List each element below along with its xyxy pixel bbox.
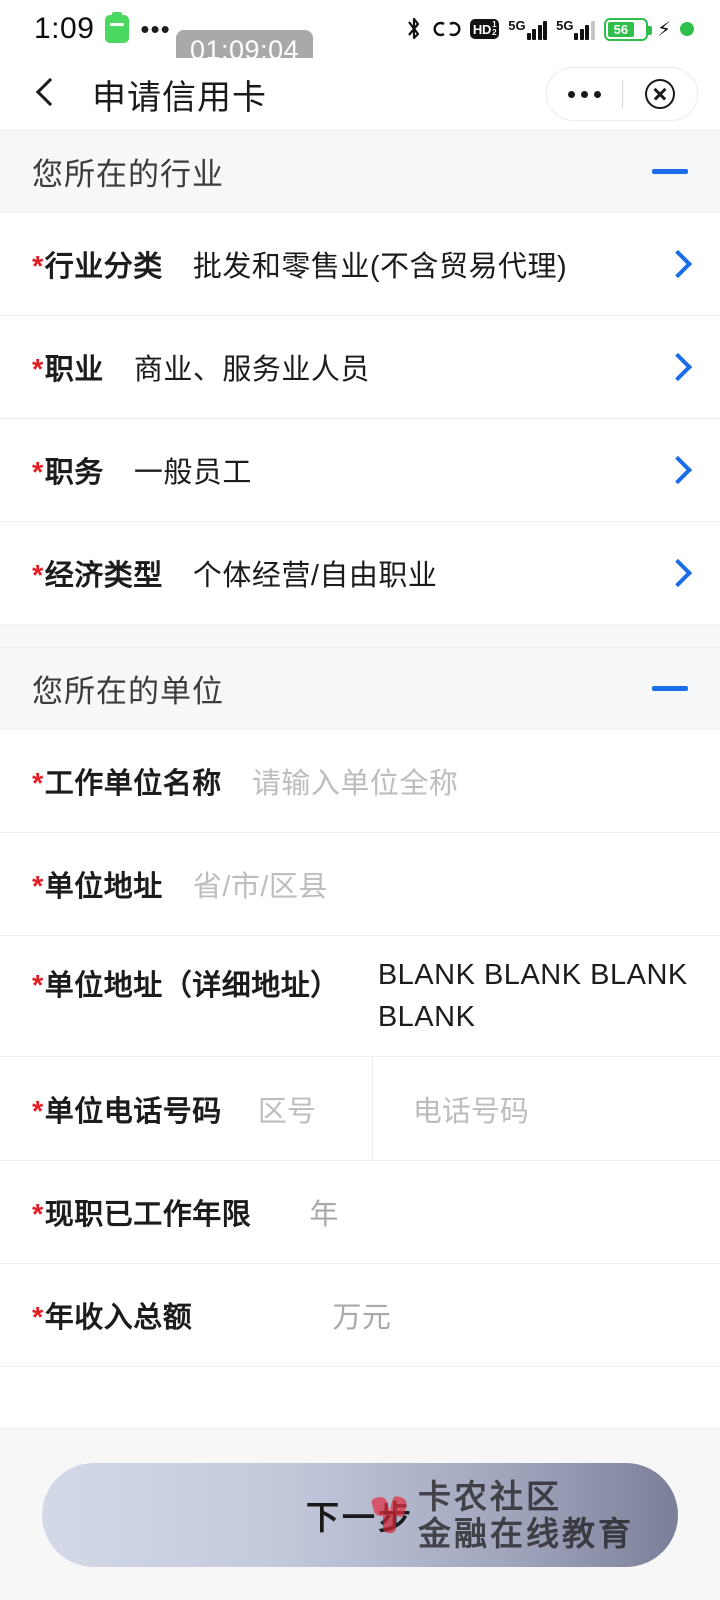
watermark: 卡农社区 金融在线教育 [370,1480,634,1550]
battery-percent: 56 [613,21,629,37]
next-step-button[interactable]: 下一步 卡农社区 金融在线教育 [42,1462,678,1567]
form-label: *单位地址（详细地址） [32,954,340,1004]
form-row-economic-type[interactable]: *经济类型 个体经营/自由职业 [0,522,720,625]
form-label: *年收入总额 [32,1294,192,1336]
capsule-icon [105,12,130,43]
required-asterisk: * [32,251,44,283]
green-dot-icon [680,22,694,36]
form-value: 批发和零售业(不含贸易代理) [192,251,568,283]
form-row-employer-address-detail[interactable]: *单位地址（详细地址） BLANK BLANK BLANK BLANK [0,936,720,1058]
form-row-years-in-job[interactable]: *现职已工作年限 年 [0,1161,720,1265]
required-asterisk: * [32,457,44,489]
form-row-annual-income[interactable]: *年收入总额 万元 [0,1264,720,1368]
hd-label: HD [472,21,492,37]
signal-5g-2-icon: 5G [556,18,595,40]
label-text: 职务 [44,457,104,489]
form-label: *单位地址 [32,863,163,905]
watermark-sub: 金融在线教育 [418,1514,634,1552]
form-row-employer-name[interactable]: *工作单位名称 请输入单位全称 [0,730,720,833]
label-text: 现职已工作年限 [44,1199,252,1232]
nav-bar: 申请信用卡 [0,58,720,130]
hd-sub: 2 [492,28,497,37]
net-label-2: 5G [556,18,574,33]
section-title: 您所在的单位 [32,674,224,709]
required-asterisk: * [32,560,44,592]
charging-bolt-icon: ⚡ [656,18,671,41]
form-value: 一般员工 [133,457,252,489]
chevron-right-icon[interactable] [663,249,693,279]
label-text: 职业 [44,354,104,386]
form-label: *工作单位名称 [32,760,222,802]
footer-bar: 下一步 卡农社区 金融在线教育 [0,1428,720,1600]
minus-icon[interactable] [652,686,688,691]
employer-address-detail-input[interactable]: BLANK BLANK BLANK BLANK [378,954,688,1038]
label-text: 单位电话号码 [44,1095,222,1128]
form-label: *行业分类 [32,243,163,285]
required-asterisk: * [32,768,44,800]
section-header-industry[interactable]: 您所在的行业 [0,130,720,213]
section-header-employer[interactable]: 您所在的单位 [0,647,720,730]
label-text: 单位地址 [44,871,163,903]
form-label: *现职已工作年限 [32,1191,251,1233]
form-row-occupation[interactable]: *职业 商业、服务业人员 [0,316,720,419]
phone-number-input[interactable]: 电话号码 [413,1088,720,1130]
hd-stack: 1 2 [492,21,496,37]
flower-logo-icon [370,1494,411,1535]
label-text: 年收入总额 [44,1302,193,1335]
watermark-main: 卡农社区 [418,1477,562,1515]
link-icon [433,21,461,37]
label-text: 行业分类 [44,251,163,283]
form-label: *职务 [32,449,104,491]
form-value: 个体经营/自由职业 [192,560,438,592]
miniprogram-capsule [546,67,698,121]
area-code-input[interactable]: 区号 [258,1088,316,1130]
form-row-position[interactable]: *职务 一般员工 [0,419,720,522]
chevron-right-icon[interactable] [663,558,693,588]
form-label: *经济类型 [32,552,163,594]
label-text: 工作单位名称 [44,768,222,800]
status-bar-right: HD 1 2 5G 5G 56 ⚡ [404,16,694,42]
more-dots-icon: ••• [140,14,171,44]
required-asterisk: * [32,1095,44,1128]
required-asterisk: * [32,1199,44,1232]
form-row-industry-category[interactable]: *行业分类 批发和零售业(不含贸易代理) [0,213,720,316]
phone-field-divider [371,1057,373,1161]
required-asterisk: * [32,970,44,1002]
page-title: 申请信用卡 [92,78,267,117]
more-dots-icon[interactable] [547,90,622,98]
years-in-job-input[interactable]: 年 [309,1191,688,1233]
net-label-1: 5G [508,18,526,33]
employer-address-picker[interactable]: 省/市/区县 [193,863,688,905]
bluetooth-icon [408,17,420,40]
form-row-employer-phone[interactable]: *单位电话号码 区号 电话号码 [0,1057,720,1162]
section-gap [0,625,720,647]
hd-volte-icon: HD 1 2 [469,19,500,39]
form-content: 您所在的行业 *行业分类 批发和零售业(不含贸易代理) *职业 商业、服务业人员… [0,130,720,1428]
chevron-right-icon[interactable] [663,455,693,485]
chevron-right-icon[interactable] [663,352,693,382]
annual-income-input[interactable]: 万元 [332,1294,688,1336]
phone-label-group: *单位电话号码 区号 [32,1088,316,1130]
signal-5g-1-icon: 5G [508,18,548,40]
status-bar: 1:09 ••• HD 1 2 5G 5G 56 ⚡ 01:09:04 [0,0,720,71]
required-asterisk: * [32,1302,44,1335]
watermark-text: 卡农社区 金融在线教育 [418,1480,634,1550]
form-label: *职业 [32,346,104,388]
label-text: 经济类型 [44,560,163,592]
form-label: *单位电话号码 [32,1088,222,1130]
required-asterisk: * [32,871,44,903]
form-row-employer-address[interactable]: *单位地址 省/市/区县 [0,833,720,936]
status-clock: 1:09 [34,12,95,45]
close-circle-icon[interactable] [623,79,698,109]
section-title: 您所在的行业 [32,157,224,192]
status-bar-left: 1:09 ••• [34,12,171,46]
minus-icon[interactable] [652,169,688,174]
required-asterisk: * [32,354,44,386]
back-chevron-icon[interactable] [28,76,64,112]
form-value: 商业、服务业人员 [133,354,370,386]
app-screen: 1:09 ••• HD 1 2 5G 5G 56 ⚡ 01:09:04 申请信用… [0,0,720,1600]
label-text: 单位地址（详细地址） [44,970,340,1002]
employer-name-input[interactable]: 请输入单位全称 [252,760,688,802]
battery-icon: 56 [603,17,652,41]
